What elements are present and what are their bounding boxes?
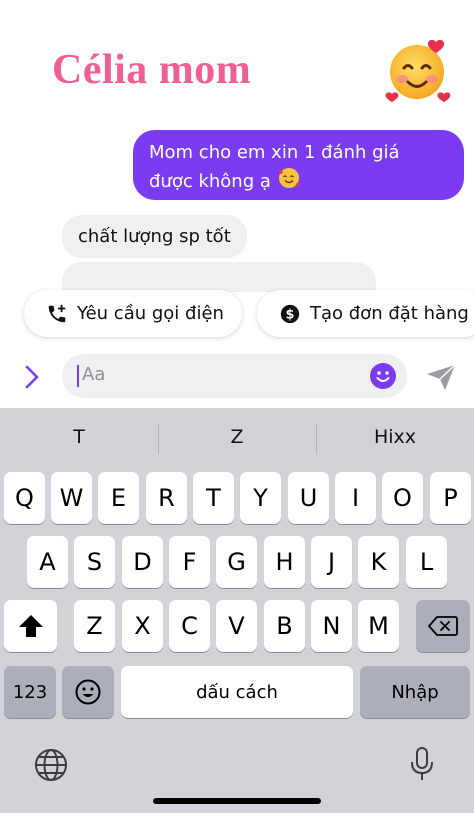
space-key[interactable]: dấu cách [121, 666, 353, 718]
key-i[interactable]: I [335, 472, 376, 524]
key-v[interactable]: V [216, 600, 257, 652]
suggestion-2[interactable]: Z [158, 426, 316, 448]
quick-reply-call-label: Yêu cầu gọi điện [77, 303, 224, 324]
key-k[interactable]: K [358, 536, 399, 588]
key-z[interactable]: Z [74, 600, 115, 652]
key-l[interactable]: L [406, 536, 447, 588]
chevron-right-icon[interactable] [22, 364, 42, 390]
key-b[interactable]: B [264, 600, 305, 652]
suggestion-3[interactable]: Hixx [316, 426, 474, 448]
key-w[interactable]: W [51, 472, 92, 524]
key-j[interactable]: J [311, 536, 352, 588]
svg-text:$: $ [286, 307, 295, 322]
key-r[interactable]: R [146, 472, 187, 524]
key-u[interactable]: U [288, 472, 329, 524]
globe-icon[interactable] [34, 748, 68, 787]
key-x[interactable]: X [122, 600, 163, 652]
smiling-face-with-hearts-icon [384, 34, 454, 104]
quick-reply-create-order[interactable]: $ Tạo đơn đặt hàng [257, 290, 474, 337]
key-t[interactable]: T [193, 472, 234, 524]
contact-name-overlay: Célia mom [52, 47, 252, 93]
dollar-circle-icon: $ [279, 303, 301, 325]
key-c[interactable]: C [169, 600, 210, 652]
key-y[interactable]: Y [240, 472, 281, 524]
text-cursor [77, 365, 79, 387]
key-f[interactable]: F [169, 536, 210, 588]
incoming-message-bubble[interactable]: chất lượng sp tốt [62, 215, 247, 258]
key-s[interactable]: S [74, 536, 115, 588]
key-p[interactable]: P [430, 472, 471, 524]
backspace-icon [428, 615, 458, 637]
microphone-icon[interactable] [409, 746, 435, 787]
key-m[interactable]: M [358, 600, 399, 652]
send-icon[interactable] [425, 362, 457, 392]
home-indicator [153, 798, 321, 804]
key-d[interactable]: D [122, 536, 163, 588]
emoji-key[interactable] [62, 666, 114, 718]
return-key[interactable]: Nhập [360, 666, 470, 718]
chat-area: Mom cho em xin 1 đánh giá được không ạ c… [0, 0, 474, 408]
shift-key[interactable] [4, 600, 57, 652]
key-n[interactable]: N [311, 600, 352, 652]
key-o[interactable]: O [382, 472, 423, 524]
key-h[interactable]: H [264, 536, 305, 588]
outgoing-message-bubble[interactable]: Mom cho em xin 1 đánh giá được không ạ [133, 130, 464, 200]
incoming-message-bubble-partial [62, 262, 376, 292]
key-a[interactable]: A [27, 536, 68, 588]
emoji-icon[interactable] [369, 362, 397, 390]
message-input[interactable]: Aa [62, 354, 407, 398]
suggestion-1[interactable]: T [0, 426, 158, 448]
key-e[interactable]: E [98, 472, 139, 524]
shift-icon [18, 614, 44, 638]
quick-reply-call-request[interactable]: Yêu cầu gọi điện [24, 290, 242, 337]
incoming-message-text: chất lượng sp tốt [78, 226, 231, 247]
key-q[interactable]: Q [4, 472, 45, 524]
phone-plus-icon [46, 303, 68, 325]
keyboard: T Z Hixx Q W E R T Y U I O P A S D F G H… [0, 408, 474, 813]
delete-key[interactable] [416, 600, 470, 652]
smiling-face-with-hearts-icon [277, 166, 301, 198]
numbers-key[interactable]: 123 [4, 666, 56, 718]
emoji-face-icon [74, 678, 102, 706]
quick-reply-order-label: Tạo đơn đặt hàng [310, 303, 469, 324]
key-g[interactable]: G [216, 536, 257, 588]
message-input-placeholder: Aa [82, 364, 106, 385]
keyboard-suggestions: T Z Hixx [0, 408, 474, 470]
outgoing-message-text: Mom cho em xin 1 đánh giá được không ạ [149, 142, 400, 192]
